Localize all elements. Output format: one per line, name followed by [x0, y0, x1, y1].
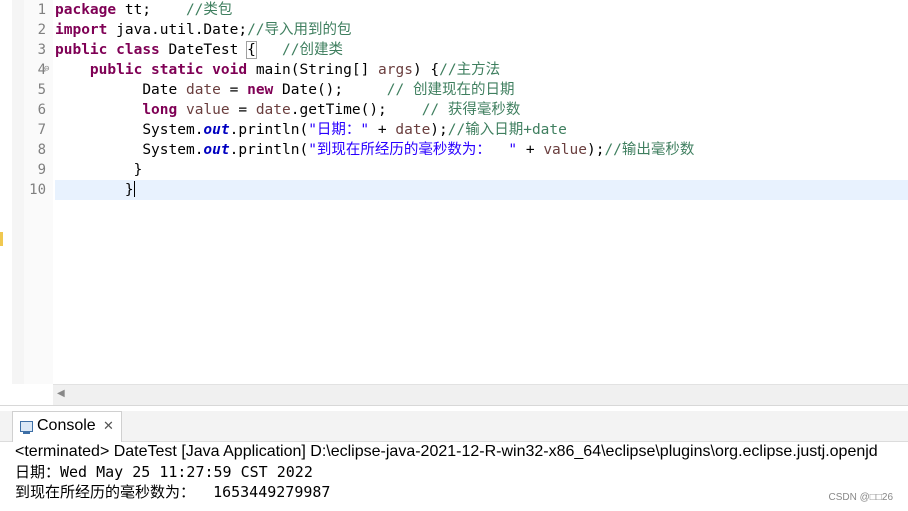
csdn-watermark: CSDN @□□26 [828, 492, 893, 503]
variable: date [255, 102, 291, 118]
comment: //输入日期+date [447, 122, 567, 138]
line-number: 5 [37, 82, 46, 98]
terminated-status-line: <terminated> DateTest [Java Application]… [15, 443, 878, 460]
comment: //导入用到的包 [247, 22, 352, 38]
keyword: package [55, 2, 117, 18]
collapse-minus-icon[interactable]: ⊖ [44, 59, 49, 79]
editor-left-edge [0, 0, 12, 405]
code-text: .println( [229, 142, 309, 158]
class-name: DateTest [159, 42, 248, 58]
keyword: import [55, 22, 108, 38]
code-text: Date(); [273, 82, 387, 98]
keyword: long [142, 102, 178, 118]
keyword: public [89, 62, 143, 78]
line-number-gutter: 1 2 3 4 ⊖ 5 6 7 8 9 10 [24, 0, 53, 384]
code-text: = [220, 82, 248, 98]
tab-console[interactable]: Console ✕ [12, 411, 122, 442]
variable: date [185, 82, 221, 98]
code-text: } [55, 182, 134, 198]
quick-diff-ruler [12, 0, 35, 384]
code-line-6[interactable]: long value = date.getTime(); // 获得毫秒数 [55, 100, 908, 120]
keyword: public [55, 42, 108, 58]
line-number: 8 [37, 142, 46, 158]
console-panel: Console ✕ <terminated> DateTest [Java Ap… [0, 405, 908, 511]
comment: // 获得毫秒数 [421, 102, 521, 118]
string-literal: "到现在所经历的毫秒数为： " [308, 142, 518, 158]
comment: // 创建现在的日期 [386, 82, 515, 98]
keyword: class [116, 42, 160, 58]
line-number: 2 [37, 22, 46, 38]
code-line-10-current[interactable]: } [55, 180, 908, 200]
static-field: out [203, 142, 230, 158]
left-marker [0, 232, 3, 246]
code-text: main(String[] [247, 62, 379, 78]
code-text: java.util.Date; [107, 22, 248, 38]
variable: value [185, 102, 230, 118]
output-line: 到现在所经历的毫秒数为： 1653449279987 [15, 483, 331, 501]
variable: args [378, 62, 413, 78]
code-area[interactable]: package tt; //类包 import java.util.Date;/… [55, 0, 908, 384]
scroll-left-arrow-icon[interactable]: ◀ [57, 388, 65, 399]
static-field: out [203, 122, 230, 138]
keyword: new [247, 82, 274, 98]
text-caret [133, 181, 135, 197]
close-icon[interactable]: ✕ [103, 418, 114, 434]
code-text: .println( [229, 122, 309, 138]
keyword: void [212, 62, 248, 78]
code-text: ); [586, 142, 605, 158]
line-number: 3 [37, 42, 46, 58]
comment: //创建类 [282, 42, 343, 58]
variable: date [395, 122, 431, 138]
code-text: .getTime(); [290, 102, 422, 118]
code-text: System. [142, 142, 204, 158]
code-text: ); [430, 122, 448, 138]
code-line-8[interactable]: System.out.println("到现在所经历的毫秒数为： " + val… [55, 140, 908, 160]
horizontal-scrollbar[interactable]: ◀ [53, 384, 908, 406]
line-number: 1 [37, 2, 46, 18]
code-line-5[interactable]: Date date = new Date(); // 创建现在的日期 [55, 80, 908, 100]
code-text: + [517, 142, 544, 158]
console-tab-bar: Console ✕ [0, 411, 908, 442]
code-text: ) { [412, 62, 440, 78]
comment: //主方法 [439, 62, 501, 78]
console-output[interactable]: <terminated> DateTest [Java Application]… [0, 442, 908, 511]
code-editor[interactable]: 1 2 3 4 ⊖ 5 6 7 8 9 10 package tt; //类包 … [0, 0, 908, 406]
code-line-2[interactable]: import java.util.Date;//导入用到的包 [55, 20, 908, 40]
comment: //类包 [185, 2, 233, 18]
variable: value [543, 142, 587, 158]
line-number: 9 [37, 162, 46, 178]
line-number: 7 [37, 122, 46, 138]
code-text: } [55, 162, 143, 178]
code-line-9[interactable]: } [55, 160, 908, 180]
line-number: 10 [29, 182, 46, 198]
code-text: + [369, 122, 396, 138]
matched-brace: { [246, 41, 257, 59]
keyword: static [151, 62, 204, 78]
code-text: System. [142, 122, 204, 138]
comment: //输出毫秒数 [604, 142, 695, 158]
output-line: 日期：Wed May 25 11:27:59 CST 2022 [15, 463, 313, 481]
console-tab-label: Console [37, 417, 96, 434]
line-number: 6 [37, 102, 46, 118]
code-line-4[interactable]: public static void main(String[] args) {… [55, 60, 908, 80]
line-number: 4 [37, 62, 46, 78]
code-line-7[interactable]: System.out.println("日期：" + date);//输入日期+… [55, 120, 908, 140]
string-literal: "日期：" [308, 122, 370, 138]
console-icon [20, 421, 33, 434]
code-line-1[interactable]: package tt; //类包 [55, 0, 908, 20]
code-text: = [229, 102, 256, 118]
code-text: Date [142, 82, 186, 98]
code-text: tt; [116, 2, 186, 18]
code-line-3[interactable]: public class DateTest { //创建类 [55, 40, 908, 60]
